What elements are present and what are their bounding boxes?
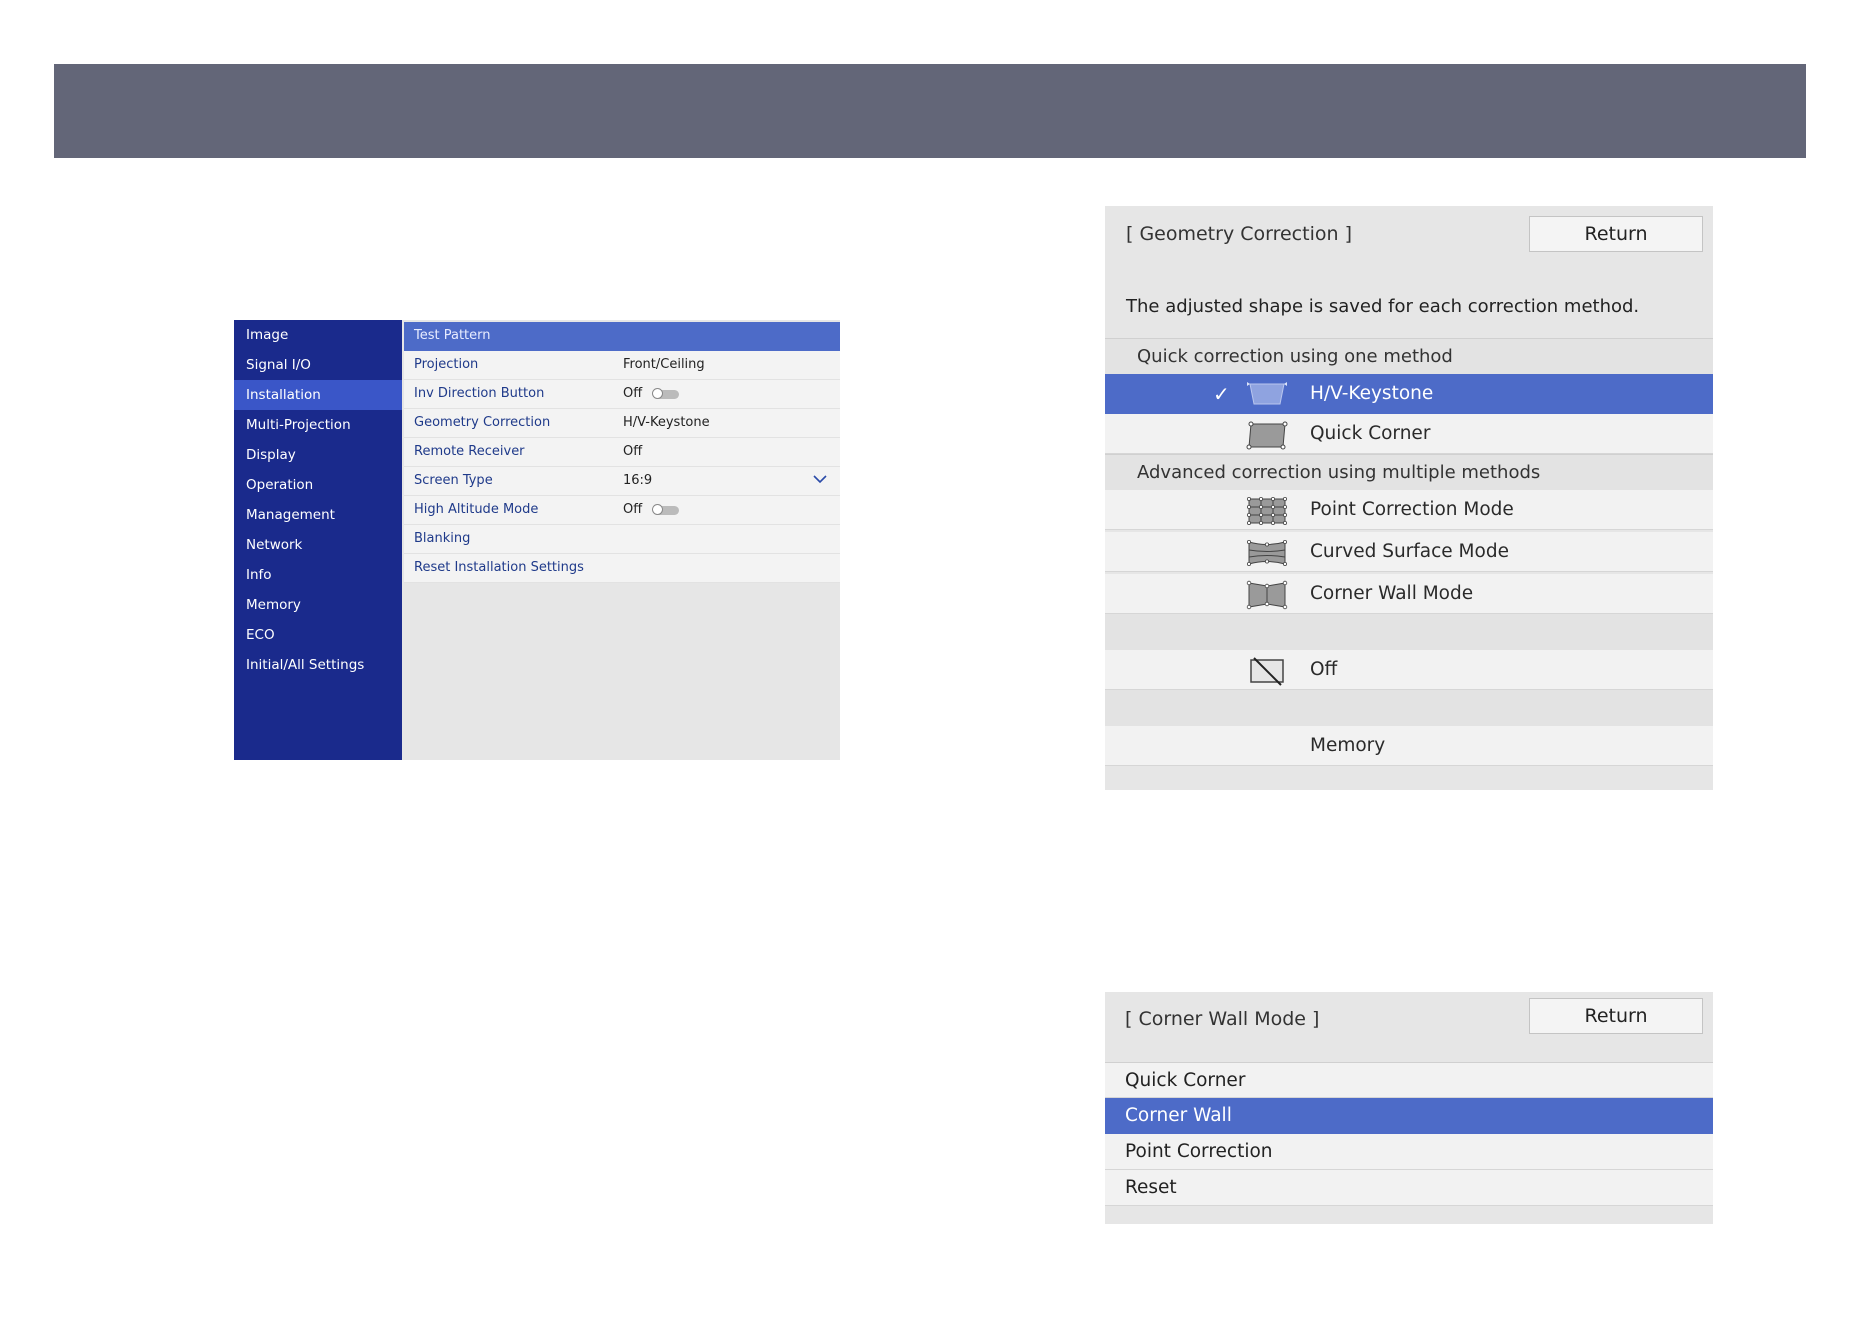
geometry-correction-panel: [ Geometry Correction ] Return The adjus… — [1105, 206, 1713, 790]
correction-off-icon — [1250, 657, 1284, 686]
option-point-correction-mode[interactable]: Point Correction Mode — [1105, 490, 1713, 530]
toggle-knob — [652, 388, 663, 399]
high-altitude-toggle[interactable] — [652, 504, 679, 515]
installation-settings-list: Test Pattern Projection Front/Ceiling In… — [404, 322, 840, 583]
spacer-row — [1105, 614, 1713, 650]
return-button[interactable]: Return — [1529, 216, 1703, 252]
option-label: Corner Wall Mode — [1310, 583, 1474, 604]
row-value: 16:9 — [623, 473, 653, 488]
row-label: Reset Installation Settings — [414, 560, 584, 575]
option-corner-wall[interactable]: Corner Wall — [1105, 1098, 1713, 1134]
settings-sidebar: Image Signal I/O Installation Multi-Proj… — [234, 320, 402, 760]
option-label: Curved Surface Mode — [1310, 541, 1509, 562]
settings-menu: Image Signal I/O Installation Multi-Proj… — [234, 320, 840, 760]
header-bar — [54, 64, 1806, 158]
row-value: Off — [623, 386, 643, 401]
sidebar-item-operation[interactable]: Operation — [234, 470, 402, 500]
row-remote-receiver[interactable]: Remote Receiver Off — [404, 438, 840, 467]
spacer-row — [1105, 690, 1713, 726]
chevron-down-icon[interactable] — [812, 473, 828, 485]
curved-surface-icon — [1247, 540, 1288, 566]
option-label: Off — [1310, 659, 1338, 680]
panel-description: The adjusted shape is saved for each cor… — [1126, 296, 1640, 317]
row-label: Test Pattern — [414, 328, 491, 343]
row-high-altitude-mode[interactable]: High Altitude Mode Off — [404, 496, 840, 525]
row-label: High Altitude Mode — [414, 502, 539, 517]
option-quick-corner[interactable]: Quick Corner — [1105, 1062, 1713, 1098]
option-corner-wall-mode[interactable]: Corner Wall Mode — [1105, 574, 1713, 614]
option-quick-corner[interactable]: Quick Corner — [1105, 414, 1713, 454]
option-off[interactable]: Off — [1105, 650, 1713, 690]
row-value: Off — [623, 502, 643, 517]
option-label: Point Correction Mode — [1310, 499, 1514, 520]
row-test-pattern[interactable]: Test Pattern — [404, 322, 840, 351]
sidebar-item-signal-io[interactable]: Signal I/O — [234, 350, 402, 380]
sidebar-item-management[interactable]: Management — [234, 500, 402, 530]
sidebar-item-network[interactable]: Network — [234, 530, 402, 560]
option-label: H/V-Keystone — [1310, 383, 1434, 404]
panel-title: [ Corner Wall Mode ] — [1125, 1008, 1320, 1030]
option-memory[interactable]: Memory — [1105, 726, 1713, 766]
inv-direction-toggle[interactable] — [652, 388, 679, 399]
sidebar-item-multi-projection[interactable]: Multi-Projection — [234, 410, 402, 440]
row-geometry-correction[interactable]: Geometry Correction H/V-Keystone — [404, 409, 840, 438]
keystone-icon — [1247, 382, 1287, 405]
row-label: Blanking — [414, 531, 471, 546]
toggle-knob — [652, 504, 663, 515]
row-value: Front/Ceiling — [623, 357, 705, 372]
option-point-correction[interactable]: Point Correction — [1105, 1134, 1713, 1170]
row-blanking[interactable]: Blanking — [404, 525, 840, 554]
row-screen-type[interactable]: Screen Type 16:9 — [404, 467, 840, 496]
corner-wall-icon — [1246, 580, 1288, 610]
sidebar-item-memory[interactable]: Memory — [234, 590, 402, 620]
row-projection[interactable]: Projection Front/Ceiling — [404, 351, 840, 380]
row-reset-installation-settings[interactable]: Reset Installation Settings — [404, 554, 840, 583]
checkmark-icon: ✓ — [1213, 382, 1230, 406]
option-label: Quick Corner — [1310, 423, 1431, 444]
sidebar-item-installation[interactable]: Installation — [234, 380, 402, 410]
sidebar-item-info[interactable]: Info — [234, 560, 402, 590]
sidebar-item-image[interactable]: Image — [234, 320, 402, 350]
row-label: Geometry Correction — [414, 415, 551, 430]
row-label: Projection — [414, 357, 479, 372]
row-label: Remote Receiver — [414, 444, 525, 459]
quick-correction-header: Quick correction using one method — [1105, 338, 1713, 374]
point-correction-icon — [1247, 496, 1288, 525]
row-value: H/V-Keystone — [623, 415, 710, 430]
row-value: Off — [623, 444, 643, 459]
return-button[interactable]: Return — [1529, 998, 1703, 1034]
sidebar-item-eco[interactable]: ECO — [234, 620, 402, 650]
advanced-correction-header: Advanced correction using multiple metho… — [1105, 454, 1713, 490]
option-curved-surface-mode[interactable]: Curved Surface Mode — [1105, 532, 1713, 572]
sidebar-item-initial-all-settings[interactable]: Initial/All Settings — [234, 650, 402, 680]
option-reset[interactable]: Reset — [1105, 1170, 1713, 1206]
option-hv-keystone[interactable]: ✓ H/V-Keystone — [1105, 374, 1713, 414]
row-inv-direction-button[interactable]: Inv Direction Button Off — [404, 380, 840, 409]
sidebar-item-display[interactable]: Display — [234, 440, 402, 470]
corner-wall-mode-panel: [ Corner Wall Mode ] Return Quick Corner… — [1105, 992, 1713, 1224]
panel-title: [ Geometry Correction ] — [1126, 223, 1352, 245]
quick-corner-icon — [1246, 421, 1288, 450]
row-label: Screen Type — [414, 473, 493, 488]
option-label: Memory — [1310, 735, 1386, 756]
row-label: Inv Direction Button — [414, 386, 545, 401]
